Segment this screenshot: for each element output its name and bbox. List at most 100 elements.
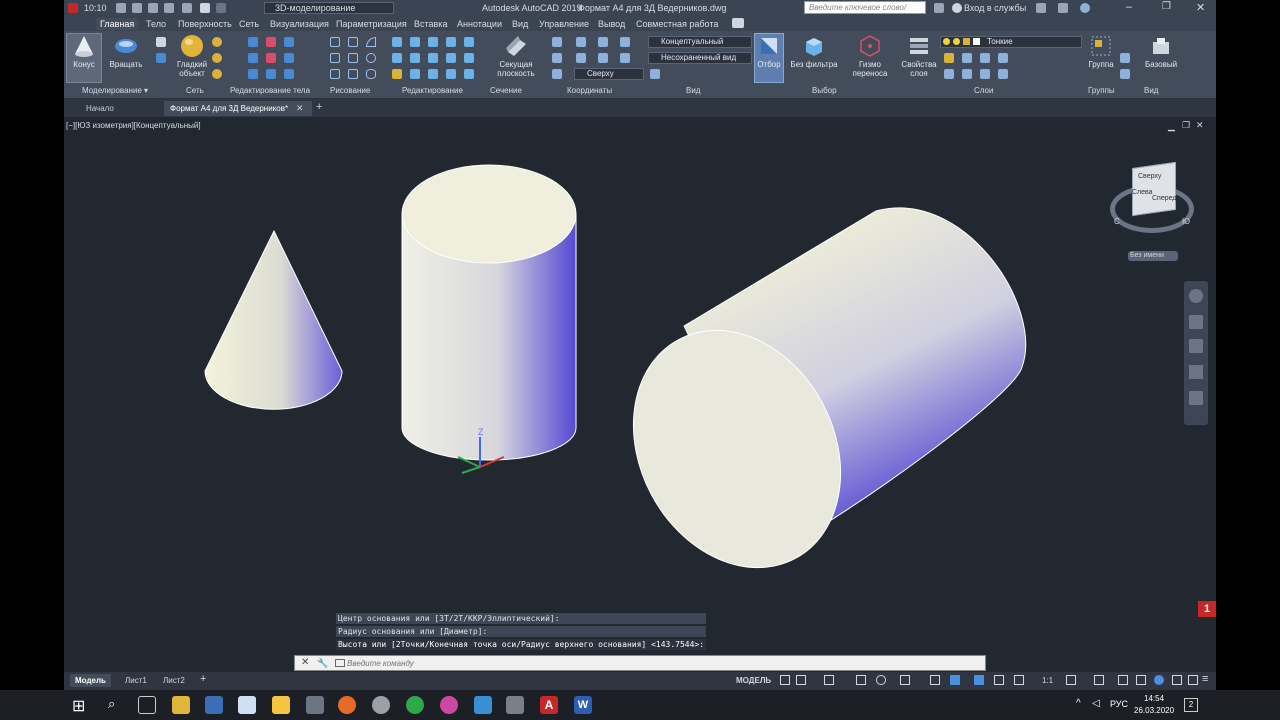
xline-icon[interactable]	[348, 53, 358, 63]
viewcube-top[interactable]: Сверху	[1138, 173, 1161, 180]
showmotion-icon[interactable]	[1189, 391, 1203, 405]
ucs-3point-icon[interactable]	[620, 53, 630, 63]
status-menu-icon[interactable]: ≡	[1202, 673, 1208, 685]
tab-annotate[interactable]: Аннотации	[453, 18, 506, 30]
annotation-scale[interactable]: 1:1	[1042, 676, 1053, 685]
clock-time[interactable]: 14:54	[1144, 694, 1164, 703]
panel-groups[interactable]: Группы	[1088, 86, 1115, 95]
task-view-icon[interactable]	[138, 696, 156, 714]
workspace-switch-icon[interactable]	[1066, 675, 1076, 685]
redo-icon[interactable]	[216, 3, 226, 13]
ucs-view-icon[interactable]	[576, 53, 586, 63]
tab-output[interactable]: Вывод	[594, 18, 629, 30]
compass-south[interactable]: Ю	[1182, 217, 1190, 226]
pan-hand-icon[interactable]	[1189, 315, 1203, 329]
save-as-icon[interactable]	[148, 3, 158, 13]
smooth-object-button[interactable]: Гладкий объект	[172, 34, 212, 78]
panel-solid-edit[interactable]: Редактирование тела	[230, 86, 310, 95]
panel-section[interactable]: Сечение	[490, 86, 522, 95]
erase-icon[interactable]	[392, 69, 402, 79]
layer-make-current-icon[interactable]	[944, 69, 954, 79]
command-customize-icon[interactable]: 🔧	[317, 658, 328, 669]
tab-parametric[interactable]: Параметризация	[332, 18, 411, 30]
ucs-face-icon[interactable]	[552, 69, 562, 79]
imprint-icon[interactable]	[248, 69, 258, 79]
rotate-icon[interactable]	[428, 53, 438, 63]
help-icon[interactable]	[1080, 3, 1090, 13]
ellipse-icon[interactable]	[366, 69, 376, 79]
undo-icon[interactable]	[200, 3, 210, 13]
panel-view-2[interactable]: Вид	[1144, 86, 1158, 95]
close-tab-icon[interactable]: ✕	[296, 103, 304, 114]
line-icon[interactable]	[330, 53, 340, 63]
norton-icon[interactable]	[172, 696, 190, 714]
cylinder-vertical[interactable]	[401, 164, 577, 461]
tab-layout2[interactable]: Лист2	[158, 674, 190, 687]
no-filter-button[interactable]: Без фильтра	[788, 34, 840, 69]
tab-manage[interactable]: Управление	[535, 18, 593, 30]
windows-start-icon[interactable]: ⊞	[72, 696, 85, 716]
tab-solid[interactable]: Тело	[142, 18, 170, 30]
explorer-icon[interactable]	[272, 696, 290, 714]
layer-properties-button[interactable]: Свойства слоя	[898, 34, 940, 78]
search-input[interactable]: Введите ключевое слово/фразу	[804, 1, 926, 14]
tab-mesh[interactable]: Сеть	[235, 18, 263, 30]
mesh-smooth-icon[interactable]	[212, 37, 222, 47]
minimize-icon[interactable]: –	[1126, 1, 1132, 13]
panel-mesh[interactable]: Сеть	[186, 86, 204, 95]
rectangle-icon[interactable]	[348, 69, 358, 79]
box-icon[interactable]	[156, 37, 166, 47]
panel-layers[interactable]: Слои	[974, 86, 993, 95]
command-close-icon[interactable]: ✕	[301, 657, 309, 668]
scale-icon[interactable]	[446, 53, 456, 63]
ortho-icon[interactable]	[824, 675, 834, 685]
isodraft-icon[interactable]	[876, 675, 886, 685]
viewcube[interactable]: Сверху Слева Спереди С Ю	[1108, 161, 1198, 237]
polyline-icon[interactable]	[330, 37, 340, 47]
move-icon[interactable]	[428, 37, 438, 47]
ucs-y-icon[interactable]	[620, 37, 630, 47]
autocad-taskbar-icon[interactable]: A	[540, 696, 558, 714]
web-icon[interactable]	[164, 3, 174, 13]
ucs-view-dropdown[interactable]: Сверху	[574, 68, 644, 80]
wcs-menu[interactable]: Без имени	[1128, 251, 1178, 261]
zoom-extents-icon[interactable]	[1189, 339, 1203, 353]
media-icon[interactable]	[440, 696, 458, 714]
polygon-icon[interactable]	[330, 69, 340, 79]
tab-start[interactable]: Начало	[80, 101, 160, 116]
command-input[interactable]	[347, 658, 967, 669]
ucs-world-icon[interactable]	[576, 37, 586, 47]
mesh-crease-icon[interactable]	[212, 69, 222, 79]
save-app-icon[interactable]	[205, 696, 223, 714]
tab-model[interactable]: Модель	[70, 674, 111, 687]
layer-previous-icon[interactable]	[980, 69, 990, 79]
open-icon[interactable]	[116, 3, 126, 13]
otrack-icon[interactable]	[900, 675, 910, 685]
browser-icon[interactable]	[406, 696, 424, 714]
spline-icon[interactable]	[348, 37, 358, 47]
trim-icon[interactable]	[410, 37, 420, 47]
separate-icon[interactable]	[284, 69, 294, 79]
mesh-refine-icon[interactable]	[212, 53, 222, 63]
panel-view[interactable]: Вид	[686, 86, 700, 95]
join-icon[interactable]	[446, 69, 456, 79]
add-layout-icon[interactable]: +	[200, 673, 206, 685]
orbit-icon[interactable]	[1189, 365, 1203, 379]
ucs-object-icon[interactable]	[598, 53, 608, 63]
snap-icon[interactable]	[796, 675, 806, 685]
tab-visualize[interactable]: Визуализация	[266, 18, 333, 30]
autodesk-a360-icon[interactable]	[1058, 3, 1068, 13]
shell-icon[interactable]	[266, 69, 276, 79]
visual-style-dropdown[interactable]: Концептуальный	[648, 36, 752, 48]
clock-date[interactable]: 26.03.2020	[1134, 706, 1174, 715]
properties-icon[interactable]	[1136, 675, 1146, 685]
copy-icon[interactable]	[410, 69, 420, 79]
base-view-button[interactable]: Базовый	[1140, 34, 1182, 69]
revolve-button[interactable]: Вращать	[106, 34, 146, 69]
osnap-icon[interactable]	[930, 675, 940, 685]
new-tab-icon[interactable]: +	[316, 101, 322, 113]
ungroup-icon[interactable]	[1120, 53, 1130, 63]
break-icon[interactable]	[464, 69, 474, 79]
interfere-icon[interactable]	[266, 53, 276, 63]
word-icon[interactable]: W	[574, 696, 592, 714]
